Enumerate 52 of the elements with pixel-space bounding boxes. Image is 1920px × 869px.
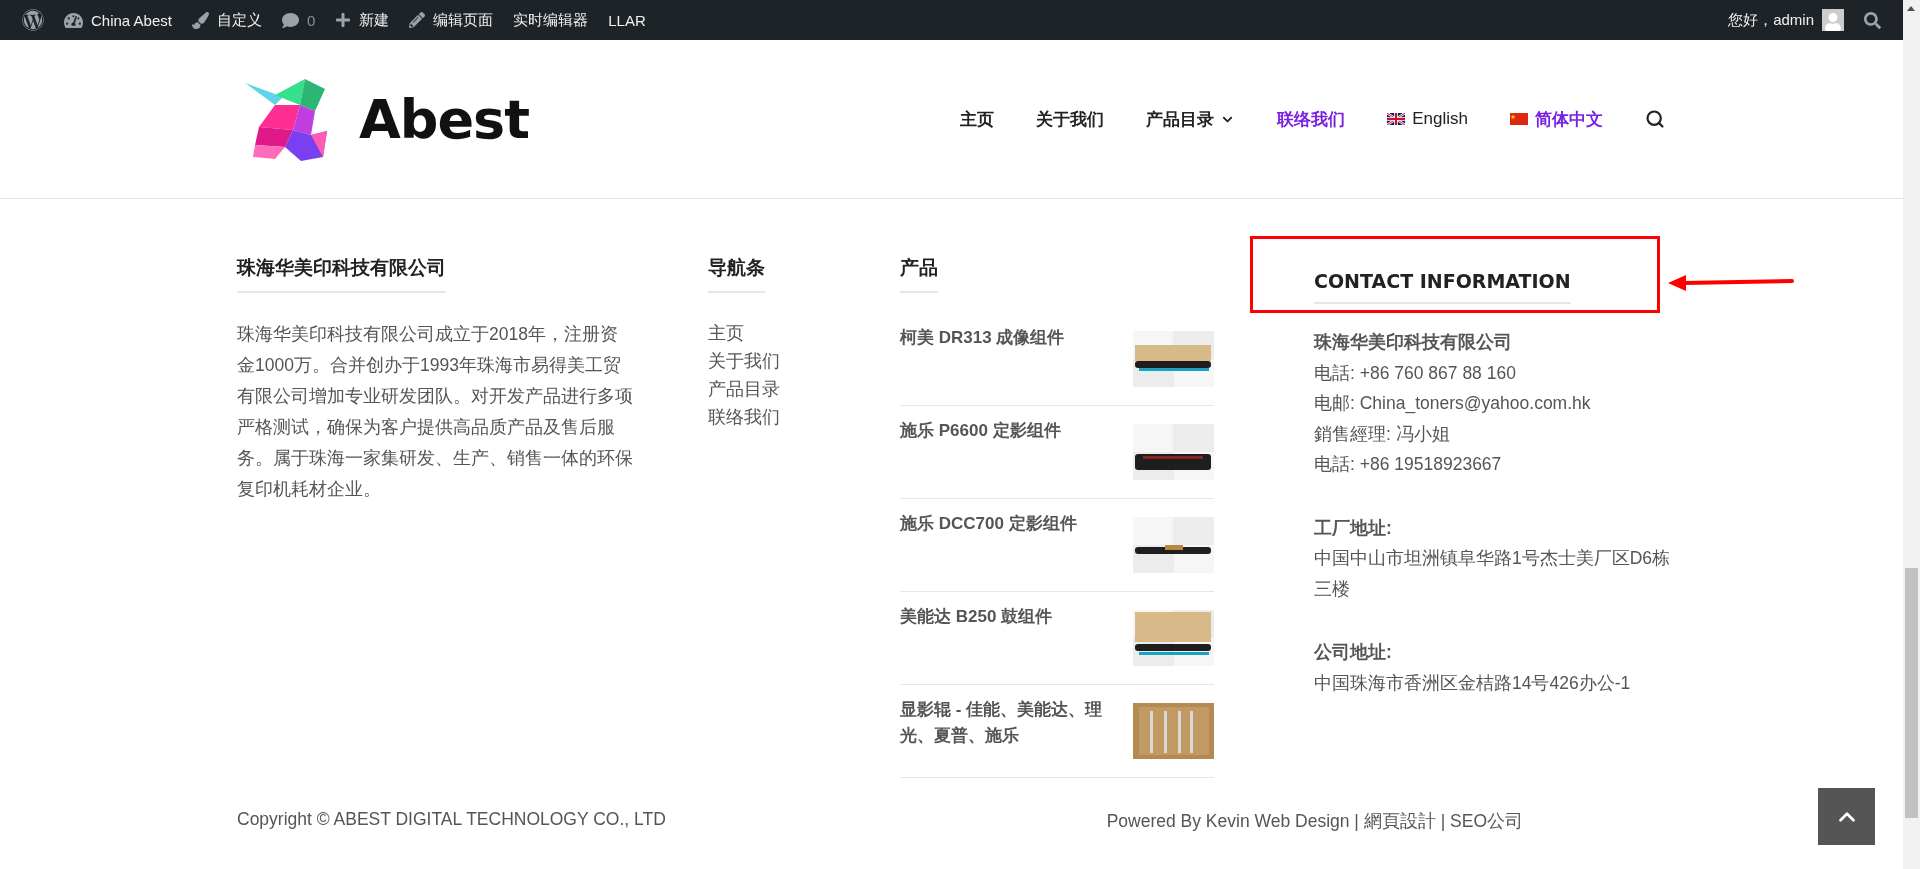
company-description: 珠海华美印科技有限公司成立于2018年，注册资金1000万。合并创办于1993年珠海市易得美工贸有限公司增加专业研发团队。对开发产品进行多项严格测试，确保为客户提供高品质产品及售后服务。属于珠海一家集研发、生产、销售一体的环保复印机耗材企业。 [237, 323, 634, 501]
china-flag-icon [1510, 113, 1528, 125]
admin-bar-link[interactable]: 实时编辑器 [503, 0, 599, 40]
wordpress-icon[interactable] [22, 9, 44, 31]
plus-icon [335, 12, 352, 28]
account-menu[interactable]: 您好，admin [1718, 0, 1854, 40]
address-text: 中国珠海市香洲区金桔路14号426办公-1 [1314, 671, 1632, 695]
comment-icon [281, 11, 299, 29]
admin-bar-link[interactable]: LLAR [598, 0, 656, 40]
search-icon [1864, 11, 1881, 29]
contact-line: 电話: +86 19518923667 [1314, 453, 1503, 476]
admin-bar-link[interactable]: 新建 [325, 0, 400, 40]
dashboard-icon [64, 10, 83, 30]
admin-bar-link[interactable]: China Abest [54, 0, 182, 40]
column-title: 产品 [900, 255, 938, 293]
admin-bar-link[interactable]: 自定义 [181, 0, 272, 40]
column-title: 导航条 [708, 255, 765, 293]
footer-link[interactable]: 主页 [708, 319, 780, 347]
language-link[interactable]: 简体中文 [1510, 107, 1603, 131]
copyright-text: Copyright © ABEST DIGITAL TECHNOLOGY CO., LTD [237, 809, 666, 831]
product-link[interactable]: 施乐 P6600 定影组件 [900, 418, 1115, 444]
column-title: 珠海华美印科技有限公司 [237, 255, 446, 293]
pencil-icon [409, 12, 426, 28]
footer-link[interactable]: 联络我们 [708, 403, 780, 431]
admin-bar-link[interactable]: 编辑页面 [399, 0, 504, 40]
scrollbar[interactable] [1903, 0, 1920, 869]
contact-line: 电話: +86 760 867 88 160 [1314, 361, 1517, 385]
nav-link[interactable]: 主页 [960, 107, 995, 131]
uk-flag-icon [1387, 113, 1406, 125]
nav-link[interactable]: 联络我们 [1277, 107, 1346, 131]
product-link[interactable]: 显影辊 - 佳能、美能达、理光、夏普、施乐 [900, 697, 1115, 749]
footer-link[interactable]: 产品目录 [708, 375, 780, 403]
credit-text: Powered By Kevin Web Design | 網頁設計 | SEO公司 [1106, 810, 1523, 833]
company-name: 珠海华美印科技有限公司 [1314, 331, 1513, 354]
footer-link[interactable]: 关于我们 [708, 347, 780, 375]
nav-link[interactable]: 产品目录 [1146, 107, 1236, 131]
address-label: 公司地址: [1314, 641, 1393, 664]
product-link[interactable]: 美能达 B250 鼓组件 [900, 604, 1115, 630]
brush-icon [191, 11, 209, 29]
address-text: 中国中山市坦洲镇阜华路1号杰士美厂区D6栋三楼 [1314, 547, 1672, 601]
avatar-icon [1822, 9, 1844, 31]
contact-line: 电邮: China_toners@yahoo.com.hk [1314, 392, 1592, 416]
product-link[interactable]: 施乐 DCC700 定影组件 [900, 511, 1115, 537]
product-link[interactable]: 柯美 DR313 成像组件 [900, 325, 1115, 351]
admin-bar-link[interactable]: 0 [271, 0, 326, 40]
site-logo[interactable]: Abest [245, 75, 530, 163]
search-icon[interactable] [1645, 109, 1665, 129]
language-link[interactable]: English [1387, 109, 1468, 129]
column-title: CONTACT INFORMATION [1314, 270, 1571, 304]
contact-line: 銷售經理: 冯小姐 [1314, 422, 1451, 446]
address-label: 工厂地址: [1314, 516, 1393, 540]
nav-link[interactable]: 关于我们 [1036, 107, 1105, 131]
